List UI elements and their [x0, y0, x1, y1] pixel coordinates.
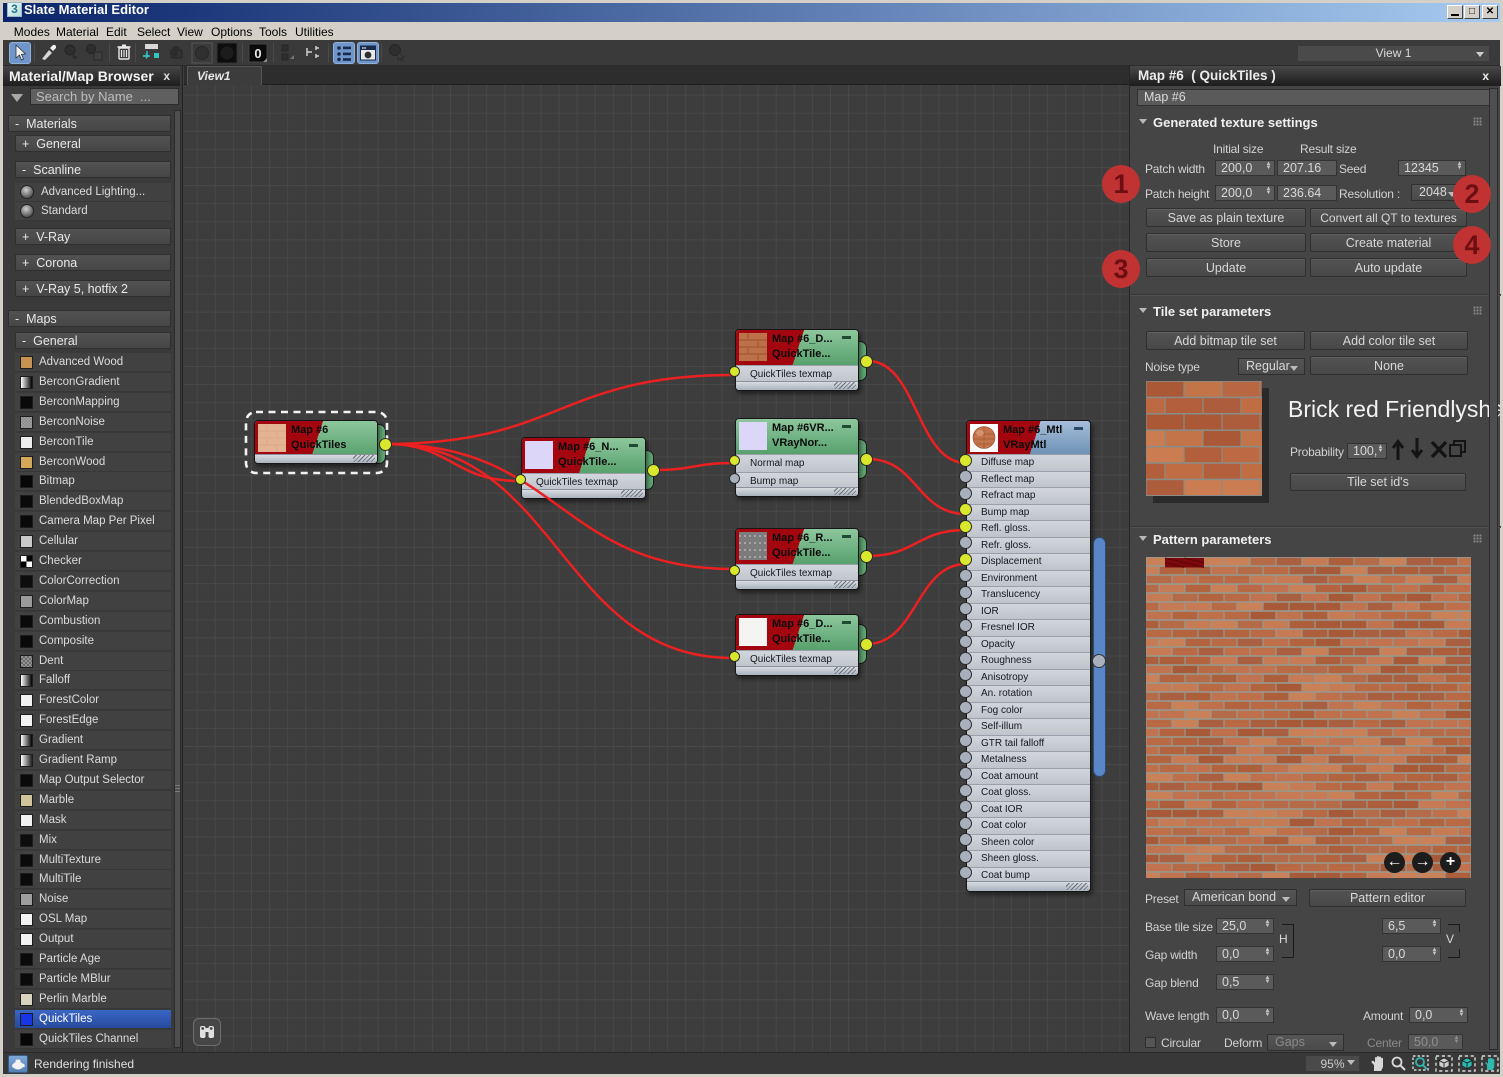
svg-text:0: 0 [254, 46, 261, 61]
